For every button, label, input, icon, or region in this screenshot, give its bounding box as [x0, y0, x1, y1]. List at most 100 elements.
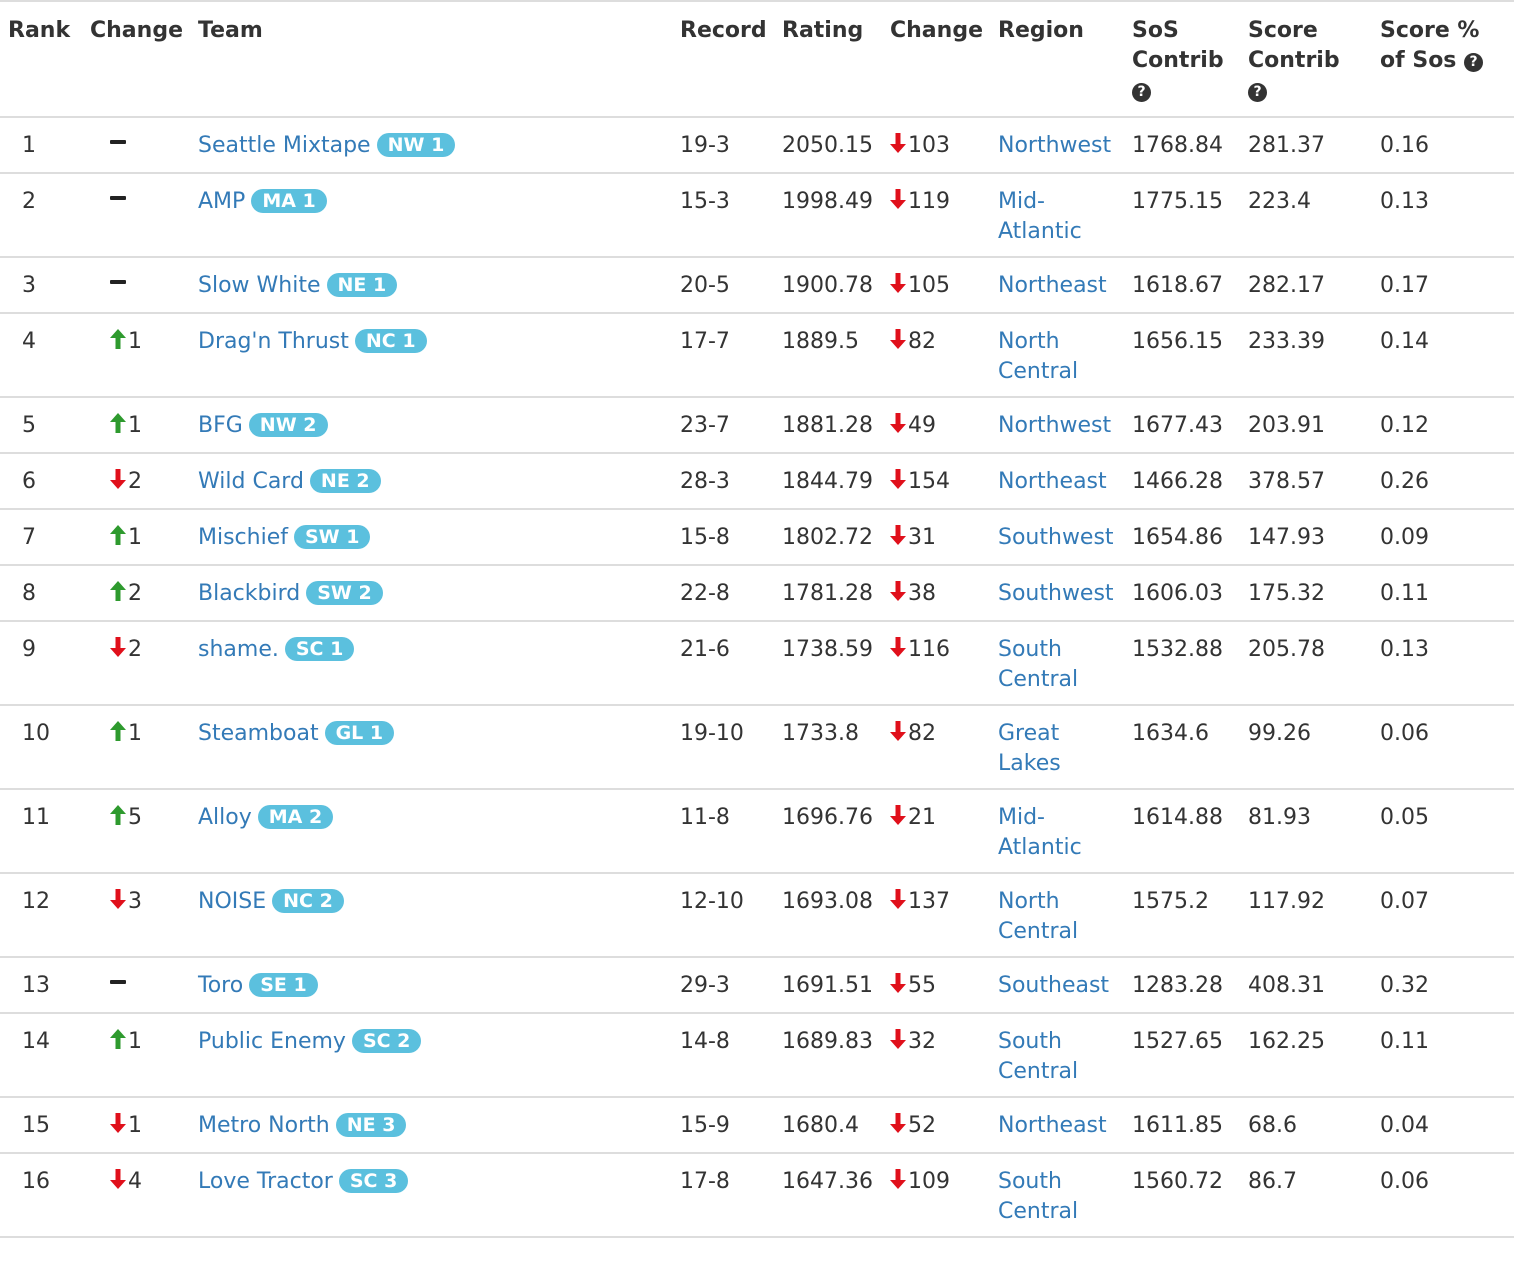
region-cell: Southeast: [990, 957, 1124, 1013]
team-link[interactable]: Love Tractor: [198, 1169, 333, 1194]
team-link[interactable]: Metro North: [198, 1113, 330, 1138]
header-change[interactable]: Change: [82, 1, 190, 117]
rank-cell: 12: [22, 889, 50, 914]
team-link[interactable]: Seattle Mixtape: [198, 133, 371, 158]
team-cell: Metro North NE 3: [190, 1097, 672, 1153]
team-link[interactable]: BFG: [198, 413, 243, 438]
region-link[interactable]: North Central: [998, 329, 1078, 384]
score-pct-cell: 0.09: [1380, 525, 1429, 550]
region-link[interactable]: South Central: [998, 1169, 1078, 1224]
team-link[interactable]: Mischief: [198, 525, 288, 550]
region-link[interactable]: Mid- Atlantic: [998, 189, 1082, 244]
score-pct-cell: 0.11: [1380, 581, 1429, 606]
score-pct-cell: 0.14: [1380, 329, 1429, 354]
score-pct-cell: 0.13: [1380, 189, 1429, 214]
question-circle-icon[interactable]: ?: [1248, 83, 1267, 102]
region-link[interactable]: North Central: [998, 889, 1078, 944]
rank-change-cell: 1: [82, 397, 190, 453]
team-cell: Toro SE 1: [190, 957, 672, 1013]
arrow-up-icon: [110, 413, 126, 433]
rank-change-cell: 1: [82, 705, 190, 789]
team-link[interactable]: Blackbird: [198, 581, 300, 606]
team-link[interactable]: AMP: [198, 189, 245, 214]
rating-cell: 1889.5: [782, 329, 859, 354]
team-link[interactable]: NOISE: [198, 889, 266, 914]
question-circle-icon[interactable]: ?: [1132, 83, 1151, 102]
header-rank[interactable]: Rank: [0, 1, 82, 117]
table-row: 14 1 Public Enemy SC 2 14-8 1689.83 32 South Cen…: [0, 1013, 1514, 1097]
record-cell: 22-8: [680, 581, 730, 606]
region-cell: South Central: [990, 1153, 1124, 1237]
sos-contrib-cell: 1532.88: [1132, 637, 1223, 662]
arrow-down-icon: [110, 637, 126, 657]
region-link[interactable]: Northwest: [998, 133, 1111, 158]
team-link[interactable]: Public Enemy: [198, 1029, 346, 1054]
rating-change-cell: 154: [882, 453, 990, 509]
region-link[interactable]: Northeast: [998, 469, 1107, 494]
rank-cell: 14: [22, 1029, 50, 1054]
rank-cell: 13: [22, 973, 50, 998]
team-link[interactable]: shame.: [198, 637, 279, 662]
region-cell: Northwest: [990, 397, 1124, 453]
region-link[interactable]: Northwest: [998, 413, 1111, 438]
header-rating-change[interactable]: Change: [882, 1, 990, 117]
team-link[interactable]: Alloy: [198, 805, 252, 830]
table-row: 8 2 Blackbird SW 2 22-8 1781.28 38 Southwest 160…: [0, 565, 1514, 621]
rank-change-cell: [82, 257, 190, 313]
team-link[interactable]: Wild Card: [198, 469, 304, 494]
table-row: 7 1 Mischief SW 1 15-8 1802.72 31 Southwest 1654…: [0, 509, 1514, 565]
sos-contrib-cell: 1677.43: [1132, 413, 1223, 438]
header-record[interactable]: Record: [672, 1, 774, 117]
team-cell: Love Tractor SC 3: [190, 1153, 672, 1237]
region-cell: Northeast: [990, 1097, 1124, 1153]
team-link[interactable]: Drag'n Thrust: [198, 329, 349, 354]
rank-cell: 1: [22, 133, 36, 158]
rating-change-cell: 55: [882, 957, 990, 1013]
record-cell: 17-7: [680, 329, 730, 354]
sos-contrib-cell: 1606.03: [1132, 581, 1223, 606]
region-link[interactable]: Mid- Atlantic: [998, 805, 1082, 860]
region-link[interactable]: Northeast: [998, 273, 1107, 298]
table-row: 3 Slow White NE 1 20-5 1900.78 105 Northeast 16…: [0, 257, 1514, 313]
score-contrib-cell: 175.32: [1248, 581, 1325, 606]
region-link[interactable]: Southwest: [998, 581, 1114, 606]
region-link[interactable]: Northeast: [998, 1113, 1107, 1138]
region-link[interactable]: Southwest: [998, 525, 1114, 550]
rank-change-cell: [82, 173, 190, 257]
rating-change-cell: 38: [882, 565, 990, 621]
header-region[interactable]: Region: [990, 1, 1124, 117]
score-contrib-cell: 99.26: [1248, 721, 1311, 746]
header-score-contrib[interactable]: Score Contrib ?: [1240, 1, 1372, 117]
record-cell: 11-8: [680, 805, 730, 830]
rank-cell: 9: [22, 637, 36, 662]
header-rating[interactable]: Rating: [774, 1, 882, 117]
header-score-pct[interactable]: Score % of Sos ?: [1372, 1, 1514, 117]
header-team[interactable]: Team: [190, 1, 672, 117]
no-change-dash-icon: [110, 196, 126, 200]
team-link[interactable]: Slow White: [198, 273, 321, 298]
region-link[interactable]: Southeast: [998, 973, 1109, 998]
rating-change-cell: 31: [882, 509, 990, 565]
record-cell: 15-8: [680, 525, 730, 550]
rank-cell: 11: [22, 805, 50, 830]
region-link[interactable]: South Central: [998, 1029, 1078, 1084]
sos-contrib-cell: 1466.28: [1132, 469, 1223, 494]
record-cell: 20-5: [680, 273, 730, 298]
team-link[interactable]: Toro: [198, 973, 243, 998]
region-cell: Southwest: [990, 509, 1124, 565]
rating-cell: 1781.28: [782, 581, 873, 606]
rank-change-value: 2: [128, 469, 142, 494]
rating-change-cell: 52: [882, 1097, 990, 1153]
rank-cell: 8: [22, 581, 36, 606]
header-score-contrib-label: Score Contrib: [1248, 18, 1340, 73]
arrow-down-icon: [890, 721, 906, 741]
rating-change-cell: 32: [882, 1013, 990, 1097]
team-link[interactable]: Steamboat: [198, 721, 319, 746]
rank-change-cell: 1: [82, 1013, 190, 1097]
arrow-down-icon: [110, 1113, 126, 1133]
rating-change-cell: 82: [882, 313, 990, 397]
region-link[interactable]: South Central: [998, 637, 1078, 692]
header-sos-contrib[interactable]: SoS Contrib ?: [1124, 1, 1240, 117]
question-circle-icon[interactable]: ?: [1464, 53, 1484, 72]
region-link[interactable]: Great Lakes: [998, 721, 1061, 776]
